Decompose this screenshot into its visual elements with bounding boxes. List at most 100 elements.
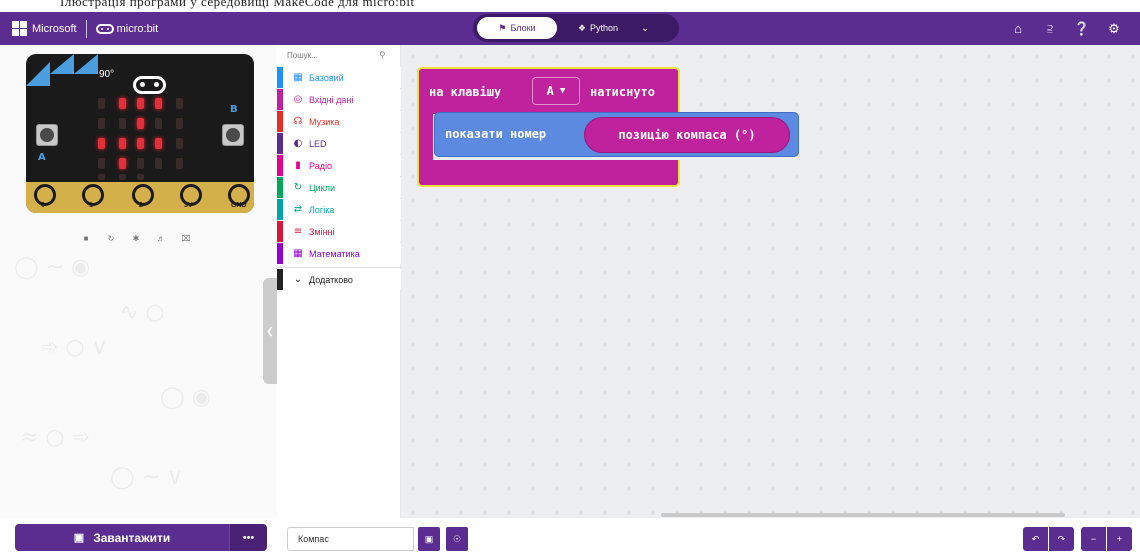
doodle-decoration: ◯ ◉ [160,385,211,410]
brand-divider [85,19,87,38]
blocks-mode-button[interactable]: ⚑ Блоки [477,17,557,39]
redo-button[interactable]: ↷ [1049,527,1074,551]
logo-touch-icon[interactable] [133,76,166,94]
save-button[interactable]: ▣ [418,527,440,551]
event-label-before: на клавішу [429,85,502,99]
github-button[interactable]: ☉ [446,527,468,551]
category-label: Математика [309,248,360,259]
microbit-board[interactable]: 90° A B 0 1 2 3V GND [26,54,254,213]
puzzle-icon: ⚑ [498,22,507,33]
button-a-label: A [38,152,46,163]
download-label: Завантажити [93,530,171,545]
download-button[interactable]: ▣ Завантажити [15,524,229,551]
compass-angle-readout: 90° [99,69,115,80]
zoom-in-icon: + [1116,534,1123,544]
microsoft-logo-icon [12,21,27,36]
doodle-decoration: ≈ ○ ➾ [20,425,91,450]
bottom-bar: ▣ Завантажити ••• ▣ ☉ ↶ ↷ − + [0,518,1140,553]
fullscreen-icon[interactable]: ⌧ [179,231,193,245]
category-math[interactable]: ▦ Математика [277,243,401,264]
share-icon[interactable]: ⫆ [1034,12,1066,45]
project-name-input[interactable] [287,527,414,551]
event-label-after: натиснуто [590,85,656,99]
more-label: ••• [242,531,255,544]
category-label: Змінні [309,226,335,237]
stop-icon[interactable]: ■ [79,231,93,245]
led [119,98,126,109]
category-label: Музика [309,116,340,127]
led [98,158,105,169]
category-label: Вхідні дані [309,94,354,105]
led [155,138,162,149]
compass-heading-reporter[interactable]: позицію компаса (°) [584,117,790,153]
brand[interactable]: Microsoft micro:bit [12,19,158,38]
led [98,98,105,109]
blocks-mode-label: Блоки [510,23,536,33]
horizontal-scrollbar[interactable] [661,513,1065,517]
redo-icon: ↷ [1057,533,1066,544]
zoom-out-button[interactable]: − [1081,527,1106,551]
simulator-toolbar: ■ ↻ ✱ ♬ ⌧ [79,231,193,245]
category-loops[interactable]: ↻ Цикли [277,177,401,198]
download-more-button[interactable]: ••• [229,524,267,551]
chevron-down-icon: ⌄ [293,274,303,285]
event-block-footer [417,160,680,187]
button-a[interactable] [36,124,58,146]
sound-icon[interactable]: ♬ [154,231,168,245]
pin-label: 2 [139,202,143,209]
blocks-workspace[interactable]: на клавішу A ▼ натиснуто показати номер … [401,45,1140,518]
pin-label: 0 [41,202,45,209]
document-text-strip: Ілюстрація програми у середовищі MakeCod… [0,0,1140,12]
download-icon: ▣ [73,532,85,544]
pin-1[interactable] [82,184,104,206]
led [176,138,183,149]
led [176,158,183,169]
doodle-decoration: ◯ ~ ◉ [14,255,91,280]
button-key-dropdown[interactable]: A ▼ [532,77,580,105]
category-radio[interactable]: ▮ Радіо [277,155,401,176]
search-icon[interactable]: ⚲ [379,50,386,61]
category-led[interactable]: ◐ LED [277,133,401,154]
home-icon[interactable]: ⌂ [1002,12,1034,45]
led [155,118,162,129]
category-label: Радіо [309,160,332,171]
header-actions: ⌂ ⫆ ❔ ⚙ [1002,12,1130,45]
category-advanced[interactable]: ⌄ Додатково [277,269,401,290]
help-icon[interactable]: ❔ [1066,12,1098,45]
toolbox: ⚲ ▦ Базовий ◎ Вхідні дані ☊ Музика ◐ LED… [277,45,401,518]
category-input[interactable]: ◎ Вхідні дані [277,89,401,110]
list-icon: ≡ [293,226,303,237]
compass-reporter-label: позицію компаса (°) [618,128,756,142]
zoom-in-button[interactable]: + [1107,527,1132,551]
collapse-simulator-handle[interactable]: ❮ [263,278,277,384]
button-b[interactable] [222,124,244,146]
show-number-block[interactable]: показати номер позицію компаса (°) [434,112,799,157]
restart-icon[interactable]: ↻ [104,231,118,245]
save-icon: ▣ [424,533,434,544]
python-mode-button[interactable]: ❖ Python [563,17,633,39]
settings-icon[interactable]: ⚙ [1098,12,1130,45]
led [155,158,162,169]
category-logic[interactable]: ⇄ Логіка [277,199,401,220]
chevron-down-icon[interactable]: ⌄ [641,23,649,34]
python-mode-label: Python [590,23,619,33]
category-music[interactable]: ☊ Музика [277,111,401,132]
brand-microsoft: Microsoft [32,22,77,35]
search-input[interactable] [287,51,379,60]
pin-0[interactable] [34,184,56,206]
shuffle-icon: ⇄ [293,204,303,215]
led [155,98,162,109]
pin-2[interactable] [132,184,154,206]
toolbox-divider [277,267,401,268]
slowmo-icon[interactable]: ✱ [129,231,143,245]
led [119,118,126,129]
undo-button[interactable]: ↶ [1023,527,1048,551]
category-variables[interactable]: ≡ Змінні [277,221,401,242]
board-edge-decoration [26,62,50,86]
chevron-left-icon: ❮ [266,325,274,336]
category-basic[interactable]: ▦ Базовий [277,67,401,88]
led [137,98,144,109]
event-block-header: на клавішу A ▼ натиснуто [417,67,680,114]
led [137,174,144,180]
calculator-icon: ▦ [293,248,303,259]
